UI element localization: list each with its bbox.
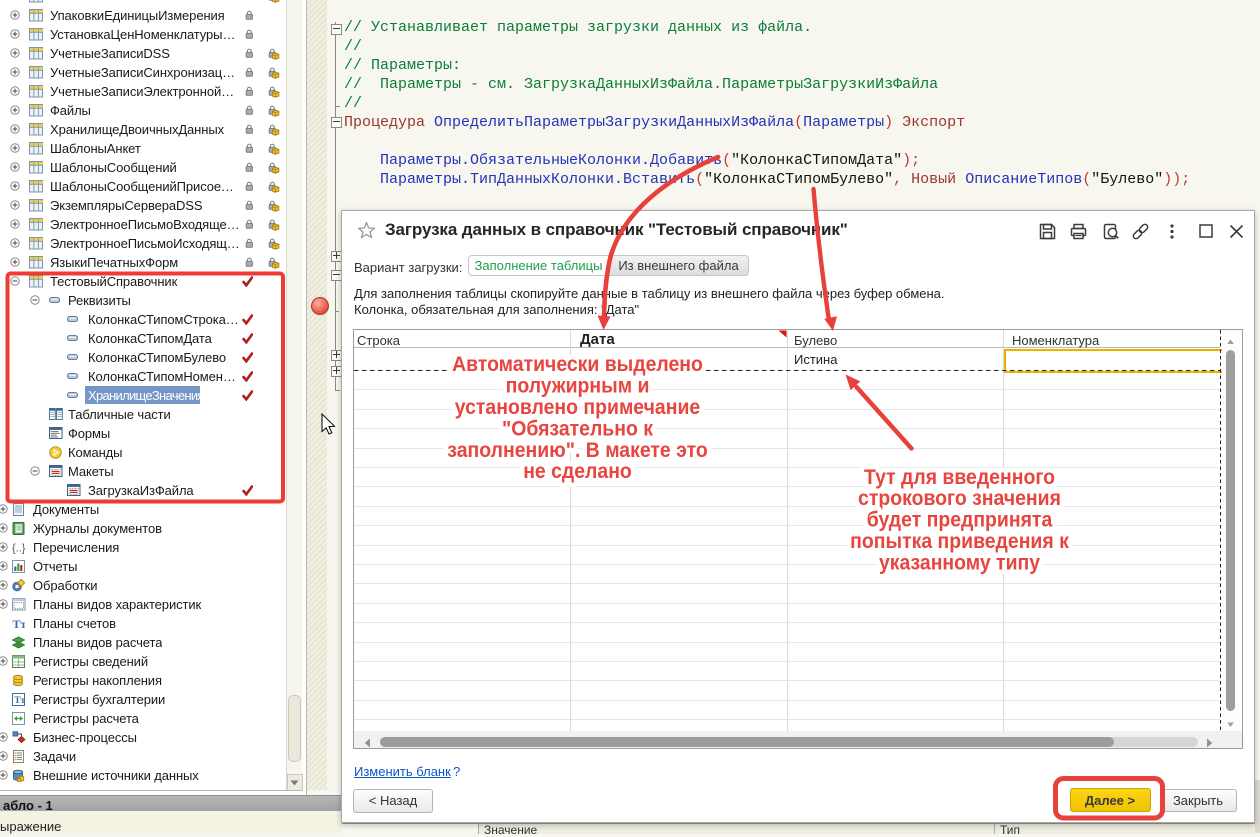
svg-text:Тут для введенного: Тут для введенного [864, 466, 1055, 489]
svg-text:указанному типу: указанному типу [879, 552, 1040, 575]
svg-text:Автоматически выделено: Автоматически выделено [452, 353, 703, 376]
svg-text:попытка приведения к: попытка приведения к [850, 530, 1069, 553]
svg-text:строкового значения: строкового значения [858, 487, 1061, 510]
svg-text:полужирным и: полужирным и [506, 374, 650, 397]
svg-text:"Обязательно к: "Обязательно к [502, 417, 653, 440]
svg-text:установлено примечание: установлено примечание [455, 396, 700, 419]
svg-text:заполнению". В макете это: заполнению". В макете это [447, 439, 707, 462]
svg-text:не сделано: не сделано [523, 460, 632, 483]
svg-text:будет предпринята: будет предпринята [867, 509, 1053, 532]
